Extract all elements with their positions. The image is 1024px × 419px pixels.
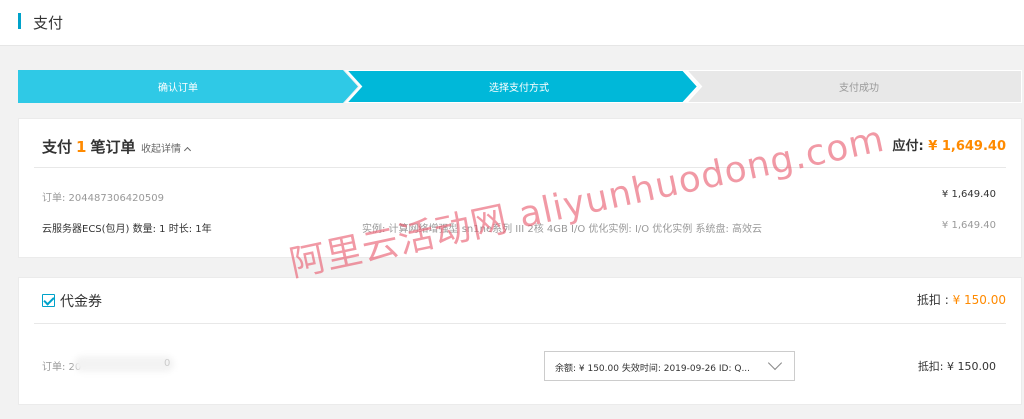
title-prefix: 支付: [42, 138, 73, 156]
collapse-details-link[interactable]: 收起详情: [141, 140, 192, 155]
product-line: 云服务器ECS(包月) 数量: 1 时长: 1年: [42, 224, 212, 235]
voucher-deduct: 抵扣 : ¥ 150.00: [917, 291, 1006, 308]
amount-due-value: ¥ 1,649.40: [928, 139, 1006, 154]
page-title: 支付: [33, 14, 64, 32]
voucher-row-deduct: 抵扣: ¥ 150.00: [917, 360, 996, 373]
header-accent-bar: [18, 13, 21, 29]
step-choose-payment: 选择支付方式: [489, 83, 549, 94]
step-confirm-order: 确认订单: [158, 83, 198, 94]
voucher-order-number-tail: 0: [164, 358, 171, 369]
chevron-down-icon: [767, 355, 783, 371]
order-count: 1: [76, 138, 87, 156]
step-payment-success: 支付成功: [839, 83, 879, 94]
divider: [34, 167, 1006, 168]
voucher-select[interactable]: 余额: ¥ 150.00 失效时间: 2019-09-26 ID: Q...: [544, 351, 795, 381]
redacted-order-number: [74, 356, 174, 372]
amount-due-label: 应付:: [892, 139, 924, 154]
page-header: 支付: [0, 0, 1024, 46]
collapse-details-label: 收起详情: [141, 144, 181, 155]
voucher-select-value: 余额: ¥ 150.00 失效时间: 2019-09-26 ID: Q...: [555, 364, 751, 374]
order-number: 订单: 204487306420509: [42, 193, 164, 204]
product-price: ¥ 1,649.40: [941, 220, 996, 231]
divider: [34, 323, 1006, 324]
amount-due: 应付: ¥ 1,649.40: [893, 135, 1006, 154]
title-suffix: 笔订单: [90, 138, 136, 156]
voucher-card: 代金券 抵扣 : ¥ 150.00 订单: 20 0 余额: ¥ 150.00 …: [18, 277, 1022, 405]
order-total: ¥ 1,649.40: [941, 189, 996, 200]
progress-steps: 确认订单 选择支付方式 支付成功: [18, 70, 1022, 103]
chevron-up-icon: [183, 146, 192, 155]
order-summary-title: 支付 1 笔订单: [42, 136, 135, 157]
voucher-deduct-label: 抵扣 :: [916, 293, 949, 307]
voucher-deduct-amount: ¥ 150.00: [952, 293, 1006, 307]
voucher-checkbox[interactable]: [42, 294, 55, 307]
voucher-title: 代金券: [60, 294, 102, 310]
